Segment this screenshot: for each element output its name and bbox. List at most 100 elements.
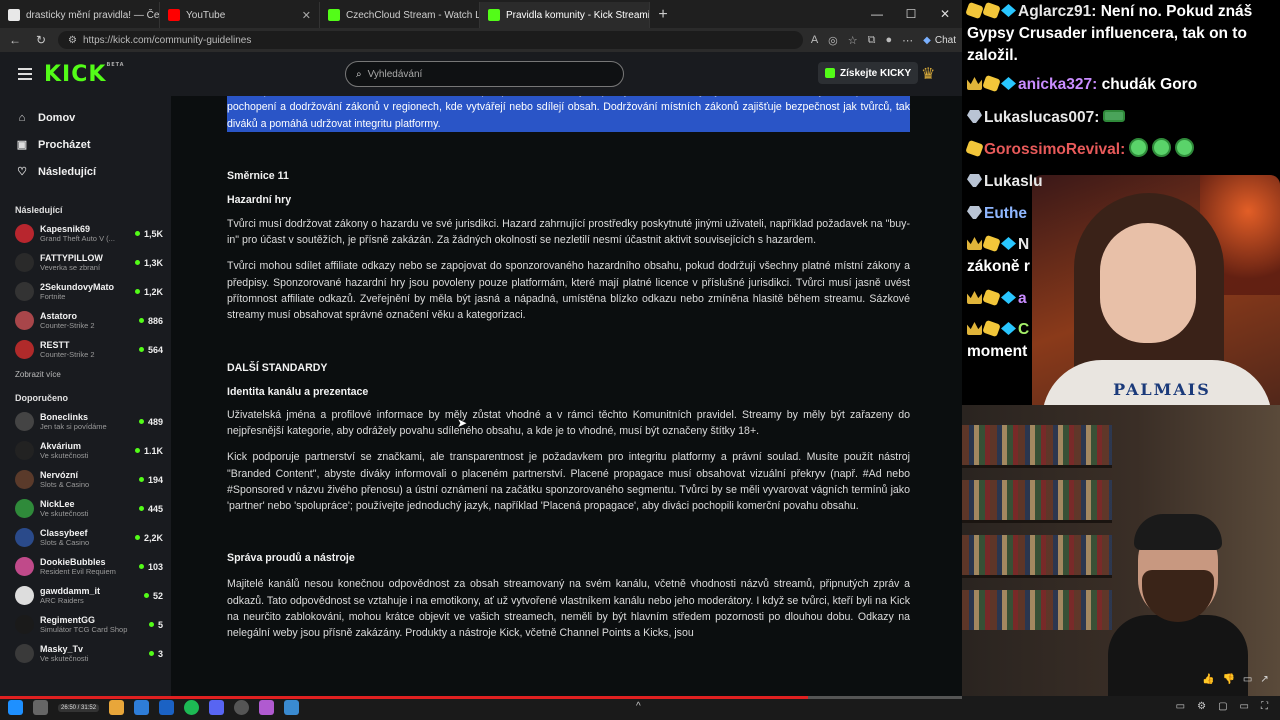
sidebar-channel[interactable]: RegimentGG Simulátor TCG Card Shop 5: [0, 610, 171, 639]
chat-message: moment: [967, 341, 1027, 363]
channel-category: Simulátor TCG Card Shop: [40, 625, 128, 634]
maximize-icon[interactable]: ☐: [894, 7, 928, 21]
menu-icon[interactable]: ⋯: [902, 34, 913, 47]
chat-message: a: [967, 288, 1027, 310]
chat-username[interactable]: Lukaslucas007:: [984, 109, 1099, 126]
dislike-icon[interactable]: 👎: [1222, 674, 1234, 685]
sidebar-channel[interactable]: Nervózní Slots & Casino 194: [0, 465, 171, 494]
cyan-badge-icon: [1001, 322, 1016, 335]
paragraph: Uživatelská jména a profilové informace …: [227, 408, 910, 437]
search-input[interactable]: ⌕ Vyhledávání: [345, 61, 624, 87]
chat-username[interactable]: Euthe: [984, 205, 1027, 222]
browse-icon: ▣: [16, 139, 28, 151]
hamburger-icon[interactable]: [18, 68, 32, 80]
chat-button[interactable]: ◆ Chat: [923, 35, 956, 46]
chat-text: chudák Goro: [1097, 76, 1198, 93]
favorite-icon[interactable]: ☆: [848, 34, 858, 47]
sidebar-channel[interactable]: Boneclinks Jen tak si povídáme 489: [0, 407, 171, 436]
folder-icon[interactable]: [109, 700, 125, 715]
sidebar-channel[interactable]: RESTT Counter-Strike 2 564: [0, 335, 171, 364]
mute-icon[interactable]: [33, 700, 48, 715]
sidebar-nav-item[interactable]: ♡ Následující: [0, 158, 171, 185]
channel-category: Resident Evil Requiem: [40, 567, 116, 576]
discord-icon[interactable]: [209, 700, 225, 715]
extensions-icon[interactable]: ⧉: [868, 34, 876, 47]
subtitles-icon[interactable]: ▭: [1176, 701, 1185, 712]
chat-username[interactable]: N: [1018, 236, 1029, 253]
sidebar-channel[interactable]: Masky_Tv Ve skutečnosti 3: [0, 639, 171, 668]
like-icon[interactable]: 👍: [1202, 674, 1214, 685]
translate-icon[interactable]: A: [811, 34, 818, 46]
reader-icon[interactable]: ◎: [828, 34, 838, 47]
windows-start-icon[interactable]: [8, 700, 23, 715]
edge-icon[interactable]: [134, 700, 150, 715]
channel-name: gawddamm_it: [40, 586, 101, 596]
sidebar-channel[interactable]: Astatoro Counter-Strike 2 886: [0, 306, 171, 335]
sidebar-channel[interactable]: Classybeef Slots & Casino 2,2K: [0, 523, 171, 552]
cyan-badge-icon: [1001, 4, 1016, 17]
close-icon[interactable]: ✕: [928, 7, 962, 21]
section-title: Hazardní hry: [227, 193, 292, 206]
theater-icon[interactable]: ▭: [1240, 701, 1249, 712]
fullscreen-icon[interactable]: ⛶: [1261, 701, 1268, 712]
paragraph: Majitelé kanálů nesou konečnou odpovědno…: [227, 578, 910, 640]
profile-icon[interactable]: ●: [886, 34, 893, 46]
sidebar-channel[interactable]: Akvárium Ve skutečnosti 1.1K: [0, 436, 171, 465]
sidebar-channel[interactable]: DookieBubbles Resident Evil Requiem 103: [0, 552, 171, 581]
tab-close-icon[interactable]: ✕: [294, 9, 311, 22]
sidebar-channel[interactable]: 2SekundovyMato Fortnite 1,2K: [0, 277, 171, 306]
chat-username[interactable]: GorossimoRevival:: [984, 141, 1125, 158]
reload-icon[interactable]: ↻: [32, 33, 50, 47]
chat-label: Chat: [934, 34, 956, 46]
channel-name: Kapesnik69: [40, 224, 91, 234]
notepad-icon[interactable]: [284, 700, 300, 715]
chat-username[interactable]: Lukaslu: [984, 173, 1043, 190]
browser-tab[interactable]: drasticky mění pravidla! — Česká t✕: [0, 2, 160, 28]
avatar: [15, 499, 34, 518]
site-info-icon[interactable]: ⚙: [68, 35, 77, 46]
sidebar-channel[interactable]: Kapesnik69 Grand Theft Auto V (... 1,5K: [0, 219, 171, 248]
sidebar-channel[interactable]: gawddamm_it ARC Raiders 52: [0, 581, 171, 610]
crown-badge-icon: [967, 291, 982, 304]
avatar: [15, 340, 34, 359]
bookshelf: [962, 480, 1112, 520]
chat-username[interactable]: anicka327:: [1018, 76, 1097, 93]
chat-username[interactable]: a: [1018, 290, 1027, 307]
spotify-icon[interactable]: [184, 700, 200, 715]
minimize-icon[interactable]: —: [860, 7, 894, 21]
miniplayer-icon[interactable]: ▢: [1218, 701, 1227, 712]
video-progress-bar[interactable]: [0, 696, 962, 699]
show-more-link[interactable]: Zobrazit více: [0, 370, 171, 379]
steam-icon[interactable]: [234, 700, 250, 715]
chat-message: anicka327: chudák Goro: [967, 74, 1197, 96]
guidelines-content: včetně pozastavení nebo odebrání účtu. M…: [171, 96, 962, 696]
video-time: 26:50 / 31:52: [58, 703, 100, 712]
app-icon[interactable]: [259, 700, 275, 715]
browser-tab[interactable]: Pravidla komunity - Kick Streamin✕: [480, 2, 650, 28]
comment-icon[interactable]: ▭: [1243, 674, 1252, 685]
sidebar-channel[interactable]: NickLee Ve skutečnosti 445: [0, 494, 171, 523]
trophy-icon[interactable]: ♛: [921, 64, 935, 84]
chat-message: Lukaslucas007:: [967, 107, 1126, 129]
channel-name: Classybeef: [40, 528, 88, 538]
url-field[interactable]: ⚙ https://kick.com/community-guidelines: [58, 31, 803, 49]
back-icon[interactable]: ←: [6, 33, 24, 47]
browser-tab[interactable]: CzechCloud Stream - Watch Live o✕: [320, 2, 480, 28]
chat-username[interactable]: C: [1018, 321, 1029, 338]
shirt-print-text: PALMAIS: [1113, 380, 1211, 399]
channel-category: Ve skutečnosti: [40, 509, 89, 518]
settings-icon[interactable]: ⚙: [1197, 701, 1206, 712]
browser-tab[interactable]: YouTube ✕: [160, 2, 320, 28]
tab-title: YouTube: [186, 9, 226, 21]
chat-message: Euthe: [967, 203, 1027, 225]
sidebar-nav-item[interactable]: ⌂ Domov: [0, 104, 171, 131]
sidebar-nav-item[interactable]: ▣ Procházet: [0, 131, 171, 158]
new-tab-button[interactable]: +: [650, 2, 676, 28]
get-kicky-button[interactable]: Získejte KICKY: [818, 62, 919, 84]
sidebar-channel[interactable]: FATTYPILLOW Veverka se zbraní 1,3K: [0, 248, 171, 277]
chevron-up-icon[interactable]: ^: [636, 701, 641, 712]
chat-username[interactable]: Aglarcz91:: [1018, 3, 1096, 20]
app-icon[interactable]: [159, 700, 175, 715]
share-icon[interactable]: ↗: [1260, 674, 1268, 685]
kick-logo[interactable]: KICKBETA: [44, 62, 125, 87]
